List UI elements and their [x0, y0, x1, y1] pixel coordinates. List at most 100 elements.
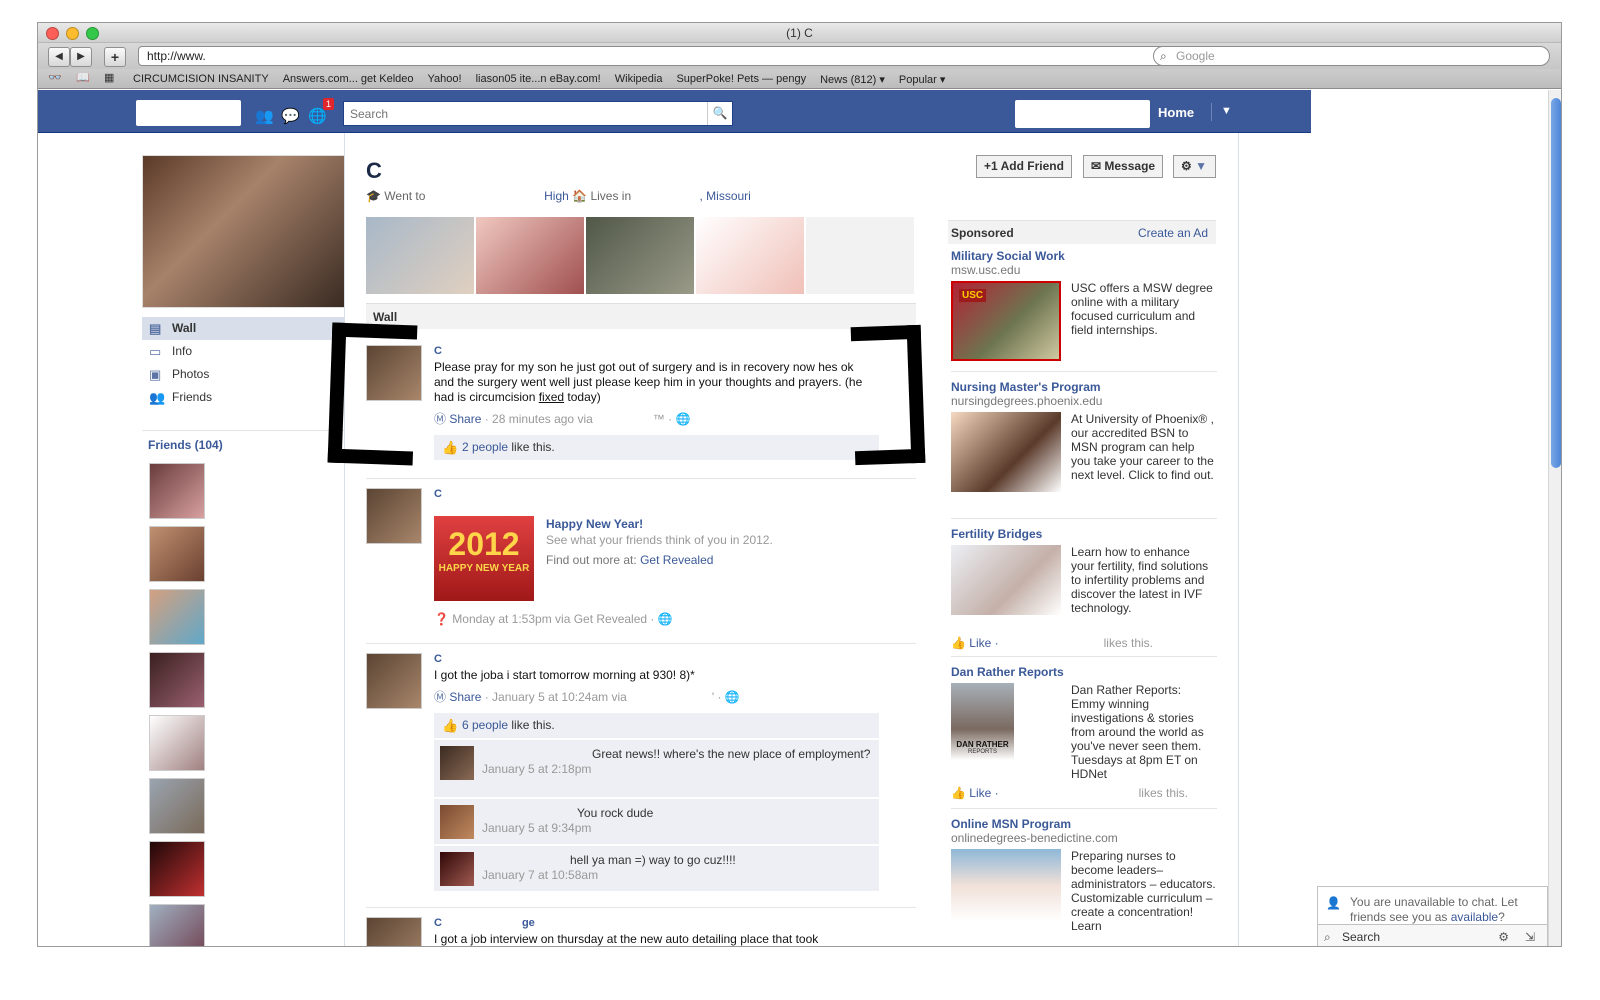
commenter-avatar[interactable] — [440, 852, 474, 886]
bookmark-item[interactable]: Wikipedia — [615, 73, 663, 86]
back-button[interactable]: ◀ — [48, 47, 70, 67]
ad-like[interactable]: 👍 Like · likes this. — [951, 636, 1216, 650]
ad-title[interactable]: Dan Rather Reports — [951, 665, 1217, 679]
avatar[interactable] — [366, 917, 422, 946]
post-author[interactable]: C — [434, 488, 864, 500]
globe-icon: 🌐 — [675, 412, 691, 426]
home-link[interactable]: Home — [1158, 105, 1194, 120]
add-friend-button[interactable]: +1 Add Friend — [976, 155, 1072, 178]
likes-link[interactable]: 2 people — [462, 440, 508, 454]
add-friend-label: Add Friend — [1000, 159, 1064, 173]
post-tm: ™ · — [652, 412, 673, 426]
ad-image[interactable]: DAN RATHER REPORTS — [951, 683, 1014, 760]
ad-title[interactable]: Military Social Work — [951, 249, 1217, 263]
profile-photo[interactable] — [696, 217, 804, 294]
share-icon: Ⓜ — [434, 690, 447, 704]
commenter-avatar[interactable] — [440, 746, 474, 780]
bookmark-item[interactable]: Popular ▾ — [899, 73, 946, 86]
bookmark-item[interactable]: News (812) ▾ — [820, 73, 885, 86]
profile-photo[interactable] — [476, 217, 584, 294]
new-tab-button[interactable]: + — [104, 47, 126, 67]
facebook-search[interactable]: 🔍 — [343, 101, 733, 126]
nav-photos[interactable]: ▣ Photos — [142, 363, 345, 386]
new-year-image[interactable]: 2012 HAPPY NEW YEAR — [434, 516, 534, 601]
ad-like[interactable]: 👍 Like · likes this. — [951, 786, 1216, 800]
friend-thumbnail[interactable] — [149, 715, 205, 771]
profile-photo[interactable] — [366, 217, 474, 294]
bookmark-item[interactable]: Yahoo! — [428, 73, 462, 86]
nav-wall[interactable]: ▤ Wall — [142, 317, 345, 340]
friend-thumbnail[interactable] — [149, 904, 205, 946]
ad[interactable]: Military Social Work msw.usc.edu USC USC… — [951, 249, 1217, 364]
globe-icon: 🌐 — [724, 690, 740, 704]
chat-search[interactable]: ⌕ Search ⚙ ⇲ — [1318, 924, 1547, 946]
share-link[interactable]: Share — [449, 412, 481, 426]
share-link[interactable]: Share — [449, 690, 481, 704]
nav-friends[interactable]: 👥 Friends — [142, 386, 345, 409]
search-field[interactable]: ⌕ Google — [1153, 46, 1550, 66]
account-menu-icon[interactable]: ▼ — [1221, 105, 1232, 117]
ad[interactable]: Online MSN Program onlinedegrees-benedic… — [951, 817, 1217, 946]
commenter-avatar[interactable] — [440, 805, 474, 839]
ad-like-link[interactable]: Like · — [969, 636, 998, 650]
friends-header[interactable]: Friends (104) — [148, 438, 223, 452]
facebook-search-input[interactable] — [344, 102, 704, 125]
gear-icon[interactable]: ⚙ — [1498, 925, 1509, 946]
bookmark-item[interactable]: SuperPoke! Pets — pengy — [676, 73, 806, 86]
post-author[interactable]: Cge — [434, 917, 904, 929]
vertical-scrollbar[interactable] — [1548, 90, 1561, 946]
top-sites-icon[interactable]: ▦ — [104, 71, 114, 84]
chat-available-link[interactable]: available — [1451, 910, 1498, 924]
reading-list-icon[interactable]: 👓 — [48, 71, 62, 84]
bookmarks-icon[interactable]: 📖 — [76, 71, 90, 84]
ad-title[interactable]: Nursing Master's Program — [951, 380, 1217, 394]
ad-image[interactable]: USC — [951, 281, 1061, 361]
friend-requests-icon[interactable]: 👥 — [255, 107, 274, 125]
friend-thumbnail[interactable] — [149, 463, 205, 519]
friend-thumbnail[interactable] — [149, 589, 205, 645]
bookmark-item[interactable]: Answers.com... get Keldeo — [283, 73, 414, 86]
friend-thumbnail[interactable] — [149, 841, 205, 897]
friend-thumbnail[interactable] — [149, 652, 205, 708]
post-author[interactable]: C — [434, 653, 894, 665]
ad-image[interactable] — [951, 545, 1061, 615]
app-title[interactable]: Happy New Year! — [546, 517, 866, 531]
message-button[interactable]: ✉ Message — [1083, 155, 1164, 178]
profile-picture[interactable] — [142, 155, 345, 308]
ad-image[interactable] — [951, 412, 1061, 492]
post-body: C I got the joba i start tomorrow mornin… — [434, 653, 894, 891]
find-more-link[interactable]: Get Revealed — [640, 553, 713, 567]
comment-date: January 5 at 9:34pm — [482, 821, 592, 835]
ad[interactable]: Nursing Master's Program nursingdegrees.… — [951, 380, 1217, 515]
search-icon[interactable]: 🔍 — [707, 102, 732, 125]
avatar[interactable] — [366, 653, 422, 709]
post-author[interactable]: C — [434, 345, 864, 357]
likes-link[interactable]: 6 people — [462, 718, 508, 732]
profile-photo[interactable] — [586, 217, 694, 294]
avatar[interactable] — [366, 488, 422, 544]
column-divider — [1238, 133, 1239, 946]
question-icon: ❓ — [434, 612, 449, 626]
bookmark-item[interactable]: liason05 ite...n eBay.com! — [476, 73, 601, 86]
city-link[interactable]: , Missouri — [699, 189, 750, 203]
address-bar[interactable]: http://www. ↻ — [138, 46, 1206, 66]
nav-info[interactable]: ▭ Info — [142, 340, 345, 363]
ad-like-link[interactable]: Like · — [969, 786, 998, 800]
friend-thumbnail[interactable] — [149, 778, 205, 834]
ad-image[interactable] — [951, 849, 1061, 921]
lives-in-label: Lives in — [590, 189, 632, 203]
settings-button[interactable]: ⚙ ▼ — [1173, 155, 1216, 178]
popout-icon[interactable]: ⇲ — [1525, 925, 1535, 946]
create-ad-link[interactable]: Create an Ad — [1138, 221, 1208, 245]
forward-button[interactable]: ▶ — [70, 47, 92, 67]
ad[interactable]: Fertility Bridges Learn how to enhance y… — [951, 527, 1217, 650]
ad-title[interactable]: Online MSN Program — [951, 817, 1217, 831]
ad[interactable]: Dan Rather Reports DAN RATHER REPORTS Dan… — [951, 665, 1217, 800]
messages-icon[interactable]: 💬 — [281, 107, 300, 125]
bookmark-item[interactable]: CIRCUMCISION INSANITY — [133, 73, 269, 86]
friend-thumbnail[interactable] — [149, 526, 205, 582]
school-link[interactable]: High — [544, 189, 569, 203]
scrollbar-thumb[interactable] — [1551, 98, 1561, 468]
ad-likes-text: likes this. — [1138, 786, 1188, 800]
ad-title[interactable]: Fertility Bridges — [951, 527, 1217, 541]
